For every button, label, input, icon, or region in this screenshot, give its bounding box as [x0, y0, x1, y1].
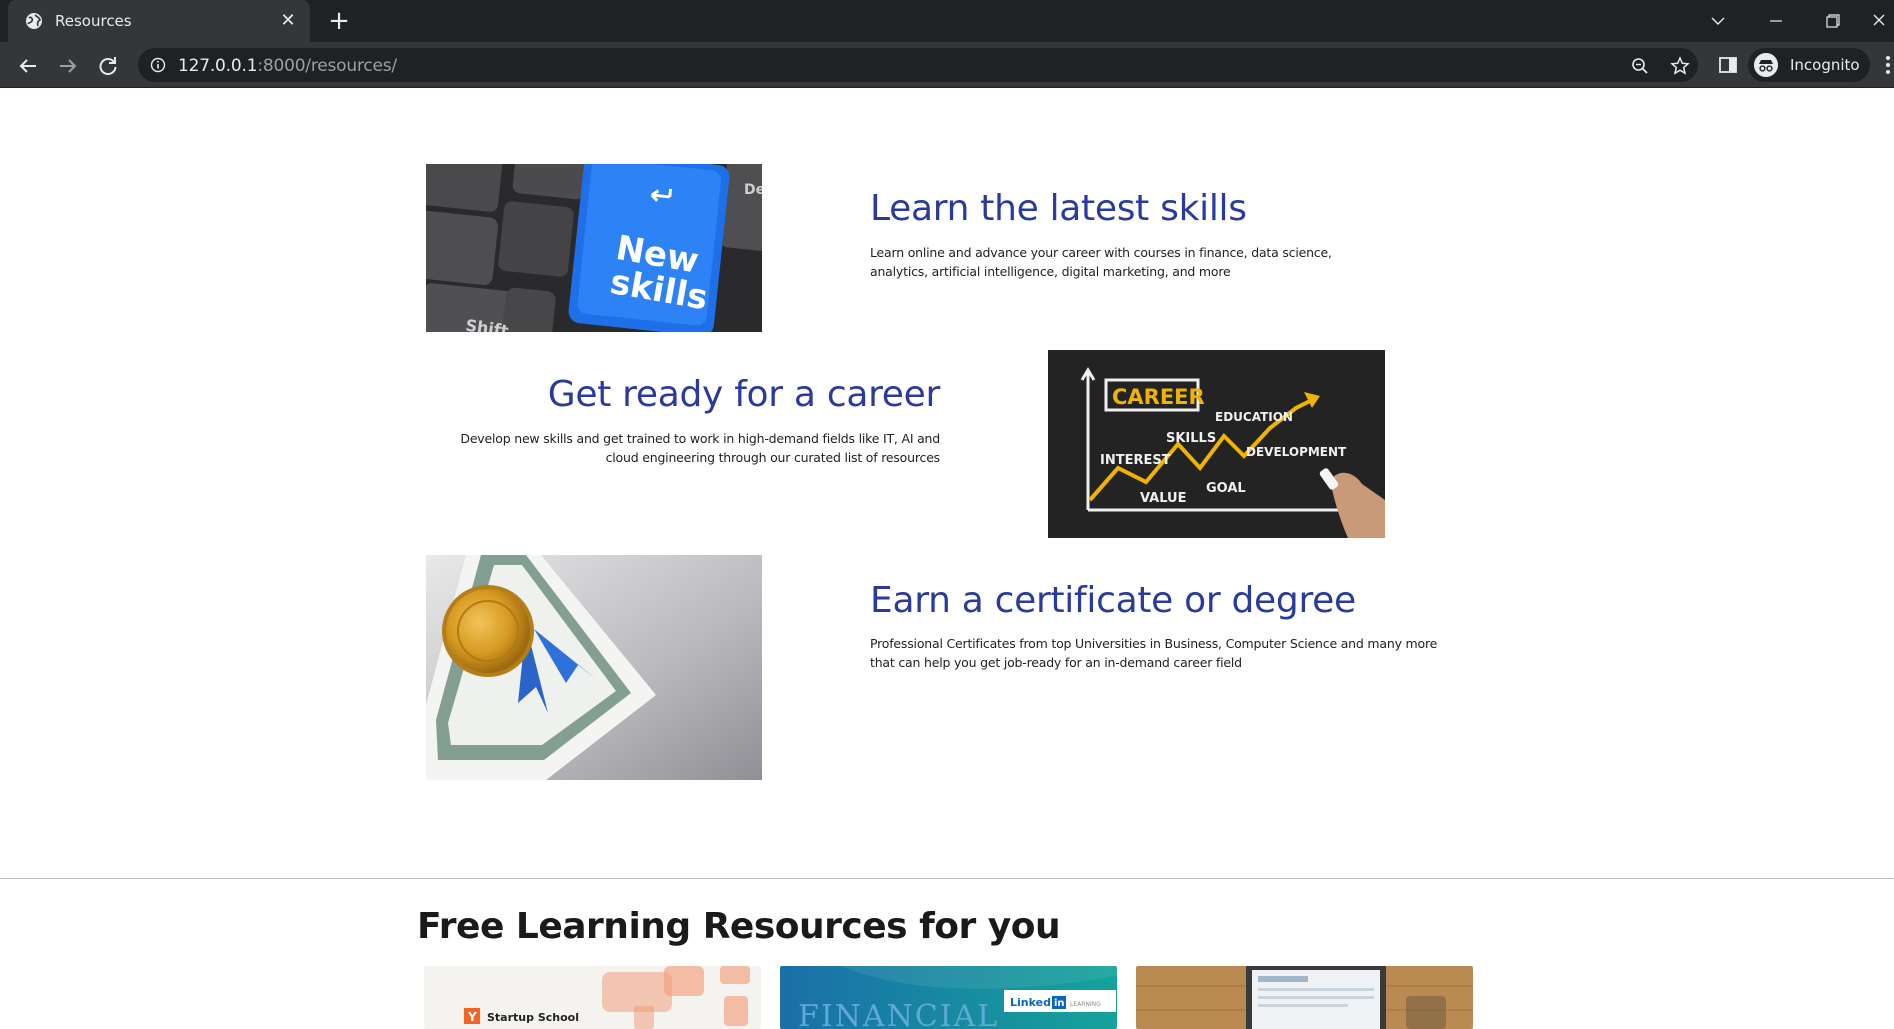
- key-text-del: De: [744, 182, 762, 198]
- address-bar[interactable]: 127.0.0.1:8000/resources/: [138, 48, 1698, 82]
- close-window-icon[interactable]: [1864, 6, 1894, 36]
- incognito-profile-button[interactable]: Incognito: [1748, 48, 1870, 82]
- zoom-icon[interactable]: [1630, 56, 1650, 76]
- resource-card-startup-school[interactable]: Y Startup School: [424, 966, 761, 1029]
- tab-close-icon[interactable]: ✕: [278, 11, 298, 31]
- reload-icon[interactable]: [94, 52, 122, 80]
- feature-desc-career: Develop new skills and get trained to wo…: [460, 431, 940, 465]
- development-word: DEVELOPMENT: [1246, 445, 1347, 459]
- value-word: VALUE: [1140, 491, 1187, 506]
- incognito-label: Incognito: [1790, 56, 1860, 74]
- gold-seal: [442, 585, 534, 677]
- card-label-financial: FINANCIAL: [798, 999, 999, 1029]
- section-divider: [0, 878, 1894, 879]
- restore-icon[interactable]: [1814, 6, 1850, 36]
- new-tab-button[interactable]: +: [326, 8, 352, 34]
- linkedin-in-icon: in: [1054, 998, 1065, 1009]
- globe-icon: [26, 13, 42, 29]
- back-arrow-icon[interactable]: [14, 52, 42, 80]
- education-word: EDUCATION: [1215, 410, 1293, 424]
- kebab-menu-icon[interactable]: [1884, 54, 1892, 76]
- browser-tab-resources[interactable]: Resources ✕: [8, 0, 310, 42]
- incognito-icon: [1754, 53, 1778, 77]
- certificate-seal-image: [426, 555, 762, 780]
- resource-card-third[interactable]: [1136, 966, 1473, 1029]
- goal-word: GOAL: [1206, 481, 1246, 496]
- skills-word: SKILLS: [1166, 431, 1216, 446]
- card-label-startup-school: Startup School: [487, 1011, 579, 1024]
- tab-search-icon[interactable]: [1700, 6, 1736, 36]
- side-panel-icon[interactable]: [1718, 55, 1738, 75]
- site-info-icon[interactable]: [150, 57, 166, 73]
- tab-title: Resources: [55, 12, 132, 30]
- resources-section-title: Free Learning Resources for you: [417, 906, 1061, 947]
- interest-word: INTEREST: [1100, 453, 1171, 468]
- feature-title-career: Get ready for a career: [547, 374, 941, 415]
- minimize-icon[interactable]: [1758, 6, 1794, 36]
- tab-strip: Resources ✕ +: [0, 0, 1894, 42]
- forward-arrow-icon[interactable]: [54, 52, 82, 80]
- career-chalkboard-image: CAREER EDUCATION SKILLS INTEREST DEVELOP…: [1048, 350, 1385, 538]
- linkedin-logo-text: Linked: [1010, 996, 1051, 1009]
- new-skills-keyboard-image: New skills Shift De: [426, 164, 762, 332]
- feature-title-certificate: Earn a certificate or degree: [870, 580, 1356, 621]
- url-text[interactable]: 127.0.0.1:8000/resources/: [178, 56, 397, 76]
- browser-toolbar: 127.0.0.1:8000/resources/ Incognito: [0, 42, 1894, 88]
- bookmark-star-icon[interactable]: [1670, 56, 1690, 76]
- resource-card-linkedin-learning[interactable]: FINANCIAL Linked in LEARNING: [780, 966, 1117, 1029]
- feature-title-skills: Learn the latest skills: [870, 188, 1247, 229]
- feature-desc-certificate: Professional Certificates from top Unive…: [870, 636, 1438, 670]
- career-word: CAREER: [1112, 385, 1205, 409]
- page-content: New skills Shift De Learn the latest ski…: [0, 88, 1894, 1029]
- feature-desc-skills: Learn online and advance your career wit…: [870, 245, 1332, 279]
- linkedin-learning-text: LEARNING: [1070, 1001, 1101, 1008]
- y-combinator-badge: Y: [467, 1010, 477, 1024]
